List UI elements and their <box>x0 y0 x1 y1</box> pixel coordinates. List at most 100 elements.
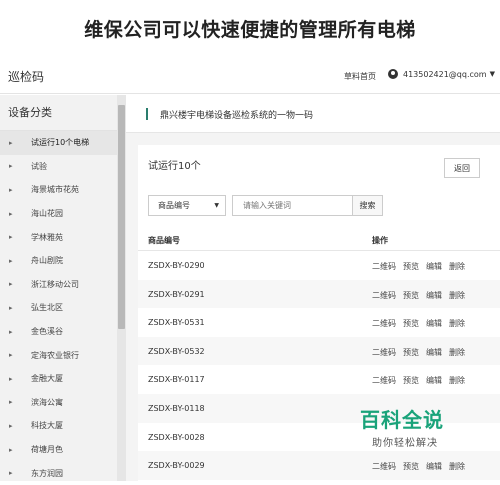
expand-arrow-icon[interactable]: ▸ <box>9 280 13 288</box>
expand-arrow-icon[interactable]: ▸ <box>9 398 13 406</box>
user-menu[interactable]: 413502421@qq.com ▼ <box>388 69 495 79</box>
edit-link[interactable]: 编辑 <box>426 318 442 329</box>
sidebar-title: 设备分类 <box>0 95 126 131</box>
preview-link[interactable]: 预览 <box>403 318 419 329</box>
expand-arrow-icon[interactable]: ▸ <box>9 257 13 265</box>
preview-link[interactable]: 预览 <box>403 347 419 358</box>
home-link[interactable]: 草料首页 <box>344 71 376 82</box>
edit-link[interactable]: 编辑 <box>426 290 442 301</box>
sidebar-item-label: 弘生北区 <box>31 303 63 313</box>
watermark-subtitle: 助你轻松解决 <box>372 438 438 449</box>
delete-link[interactable]: 删除 <box>449 318 465 329</box>
expand-arrow-icon[interactable]: ▸ <box>9 469 13 477</box>
filter-selected-value: 商品编号 <box>158 201 190 210</box>
search-button[interactable]: 搜索 <box>353 195 383 216</box>
qrcode-link[interactable]: 二维码 <box>372 261 396 272</box>
expand-arrow-icon[interactable]: ▸ <box>9 304 13 312</box>
table-header: 商品编号 操作 <box>138 227 500 251</box>
sidebar-item[interactable]: ▸ 舟山剧院 <box>0 249 126 273</box>
table-row: ZSDX-BY-0291 二维码 预览 编辑 删除 <box>138 279 500 309</box>
expand-arrow-icon[interactable]: ▸ <box>9 446 13 454</box>
edit-link[interactable]: 编辑 <box>426 375 442 386</box>
device-code: ZSDX-BY-0291 <box>148 289 205 299</box>
preview-link[interactable]: 预览 <box>403 261 419 272</box>
qrcode-link[interactable]: 二维码 <box>372 347 396 358</box>
delete-link[interactable]: 删除 <box>449 461 465 472</box>
sidebar-item[interactable]: ▸ 荷塘月色 <box>0 438 126 462</box>
edit-link[interactable]: 编辑 <box>426 261 442 272</box>
device-code: ZSDX-BY-0532 <box>148 346 205 356</box>
sidebar-item[interactable]: ▸ 海景城市花苑 <box>0 178 126 202</box>
sidebar-item[interactable]: ▸ 定海农业银行 <box>0 343 126 367</box>
main-header: 鼎兴楼宇电梯设备巡检系统的一物一码 <box>126 95 500 133</box>
back-button[interactable]: 返回 <box>444 158 480 178</box>
sidebar-item-label: 东方润园 <box>31 468 63 478</box>
sidebar-scrollbar[interactable] <box>117 95 126 481</box>
filter-field-select[interactable]: 商品编号 ▼ <box>148 195 226 216</box>
sidebar-item-label: 舟山剧院 <box>31 256 63 266</box>
delete-link[interactable]: 删除 <box>449 290 465 301</box>
page-caption: 维保公司可以快速便捷的管理所有电梯 <box>84 18 416 41</box>
dropdown-arrow-icon: ▼ <box>214 202 219 209</box>
delete-link[interactable]: 删除 <box>449 375 465 386</box>
sidebar-item-label: 海山花园 <box>31 209 63 219</box>
expand-arrow-icon[interactable]: ▸ <box>9 351 13 359</box>
sidebar-item[interactable]: ▸ 学林雅苑 <box>0 225 126 249</box>
expand-arrow-icon[interactable]: ▸ <box>9 139 13 147</box>
scrollbar-thumb[interactable] <box>118 105 125 329</box>
watermark-logo: 百科全说 助你轻松解决 <box>360 404 478 456</box>
expand-arrow-icon[interactable]: ▸ <box>9 210 13 218</box>
table-row: ZSDX-BY-0290 二维码 预览 编辑 删除 <box>138 251 500 280</box>
sidebar-item[interactable]: ▸ 试验 <box>0 155 126 179</box>
preview-link[interactable]: 预览 <box>403 290 419 301</box>
search-input[interactable] <box>232 195 353 216</box>
user-icon <box>388 69 398 79</box>
expand-arrow-icon[interactable]: ▸ <box>9 162 13 170</box>
expand-arrow-icon[interactable]: ▸ <box>9 233 13 241</box>
sidebar-item-label: 滨海公寓 <box>31 397 63 407</box>
sidebar-item[interactable]: ▸ 科技大厦 <box>0 414 126 438</box>
top-navbar: 巡检码 草料首页 413502421@qq.com ▼ <box>0 58 500 94</box>
sidebar-item-label: 试运行10个电梯 <box>31 138 90 148</box>
qrcode-link[interactable]: 二维码 <box>372 290 396 301</box>
sidebar-item-label: 海景城市花苑 <box>31 185 79 195</box>
table-row: ZSDX-BY-0532 二维码 预览 编辑 删除 <box>138 336 500 366</box>
edit-link[interactable]: 编辑 <box>426 347 442 358</box>
sidebar-item[interactable]: ▸ 试运行10个电梯 <box>0 131 126 155</box>
sidebar-item[interactable]: ▸ 金色溪谷 <box>0 320 126 344</box>
sidebar: 设备分类 ▸ 试运行10个电梯 ▸ 试验 ▸ 海景城市花苑 ▸ 海山花园 ▸ 学林雅苑 ▸ 舟山剧院 ▸… <box>0 95 126 481</box>
sidebar-item[interactable]: ▸ 东方润园 <box>0 461 126 485</box>
sidebar-item-label: 荷塘月色 <box>31 445 63 455</box>
qrcode-link[interactable]: 二维码 <box>372 318 396 329</box>
device-code: ZSDX-BY-0290 <box>148 261 205 270</box>
expand-arrow-icon[interactable]: ▸ <box>9 186 13 194</box>
preview-link[interactable]: 预览 <box>403 461 419 472</box>
watermark-title: 百科全说 <box>360 408 444 432</box>
row-actions: 二维码 预览 编辑 删除 <box>372 318 465 329</box>
delete-link[interactable]: 删除 <box>449 347 465 358</box>
qrcode-link[interactable]: 二维码 <box>372 461 396 472</box>
panel-title: 试运行10个 <box>148 161 201 172</box>
sidebar-item[interactable]: ▸ 海山花园 <box>0 202 126 226</box>
expand-arrow-icon[interactable]: ▸ <box>9 328 13 336</box>
row-actions: 二维码 预览 编辑 删除 <box>372 347 465 358</box>
system-title: 鼎兴楼宇电梯设备巡检系统的一物一码 <box>160 111 314 121</box>
sidebar-item[interactable]: ▸ 浙江移动公司 <box>0 273 126 297</box>
sidebar-item[interactable]: ▸ 弘生北区 <box>0 296 126 320</box>
device-code: ZSDX-BY-0117 <box>148 375 205 385</box>
table-row: ZSDX-BY-0117 二维码 预览 编辑 删除 <box>138 365 500 394</box>
app-title: 巡检码 <box>8 70 45 84</box>
qrcode-link[interactable]: 二维码 <box>372 375 396 386</box>
delete-link[interactable]: 删除 <box>449 261 465 272</box>
sidebar-item-label: 金融大厦 <box>31 374 63 384</box>
sidebar-item-label: 金色溪谷 <box>31 327 63 337</box>
user-email: 413502421@qq.com <box>403 69 487 79</box>
sidebar-item-label: 科技大厦 <box>31 421 63 431</box>
sidebar-item[interactable]: ▸ 金融大厦 <box>0 367 126 391</box>
expand-arrow-icon[interactable]: ▸ <box>9 375 13 383</box>
preview-link[interactable]: 预览 <box>403 375 419 386</box>
device-code: ZSDX-BY-0118 <box>148 403 205 413</box>
edit-link[interactable]: 编辑 <box>426 461 442 472</box>
expand-arrow-icon[interactable]: ▸ <box>9 422 13 430</box>
sidebar-item[interactable]: ▸ 滨海公寓 <box>0 391 126 415</box>
